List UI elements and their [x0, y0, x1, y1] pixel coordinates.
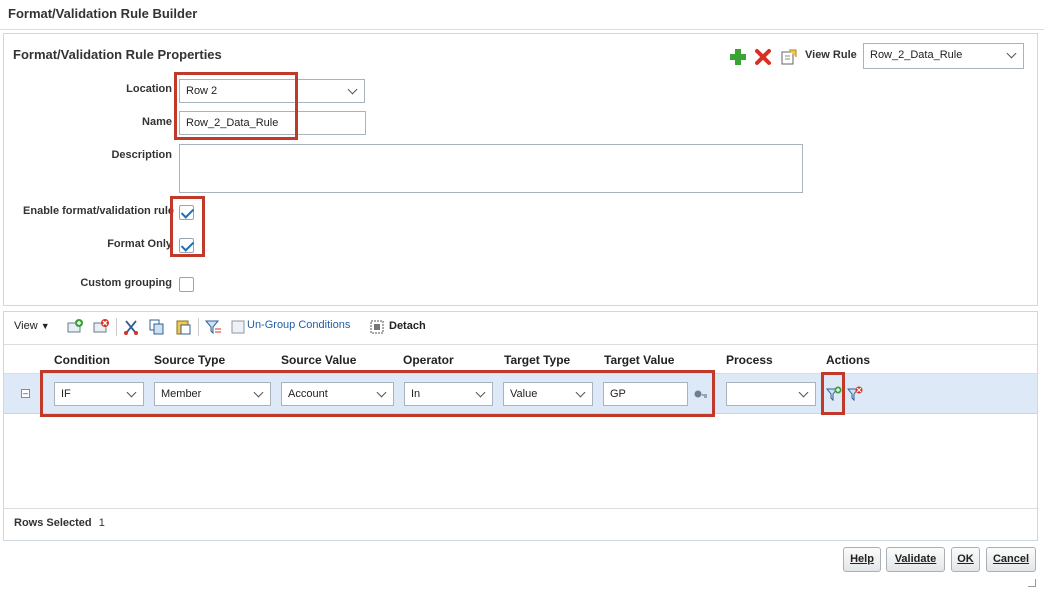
conditions-panel: View ▼ Un-Group Conditions Detach Condit… — [3, 311, 1038, 541]
properties-panel: Format/Validation Rule Properties View R… — [3, 33, 1038, 306]
validate-button[interactable]: Validate — [886, 547, 945, 572]
col-process: Process — [726, 353, 773, 367]
source-type-select[interactable]: Member — [154, 382, 271, 406]
name-input[interactable] — [179, 111, 366, 135]
member-selector-icon[interactable] — [692, 387, 708, 401]
collapse-toggle-icon[interactable]: – — [21, 389, 30, 398]
delete-rule-icon[interactable] — [754, 48, 772, 66]
format-only-label: Format Only — [107, 238, 172, 250]
col-source-type: Source Type — [154, 353, 226, 367]
location-select[interactable]: Row 2 — [179, 79, 365, 103]
name-label: Name — [142, 116, 172, 128]
ungroup-conditions-link[interactable]: Un-Group Conditions — [247, 319, 350, 331]
description-textarea[interactable] — [179, 144, 803, 193]
grid-header: Condition Source Type Source Value Opera… — [4, 344, 1037, 374]
custom-grouping-label: Custom grouping — [80, 277, 172, 289]
group-conditions-icon[interactable] — [204, 318, 222, 336]
cancel-button[interactable]: Cancel — [986, 547, 1036, 572]
col-operator: Operator — [403, 353, 454, 367]
target-value-input[interactable] — [603, 382, 688, 406]
operator-select[interactable]: In — [404, 382, 493, 406]
add-condition-row-icon[interactable] — [826, 385, 842, 403]
view-menu[interactable]: View ▼ — [14, 320, 50, 332]
view-rule-label: View Rule — [805, 49, 857, 61]
condition-select[interactable]: IF — [54, 382, 144, 406]
col-actions: Actions — [826, 353, 871, 367]
rows-selected-label: Rows Selected — [14, 517, 92, 529]
ungroup-conditions-icon — [231, 320, 245, 334]
enable-rule-label: Enable format/validation rule — [23, 205, 174, 217]
view-menu-label: View — [14, 320, 38, 332]
toolbar-divider — [198, 318, 199, 336]
col-condition: Condition — [54, 353, 110, 367]
location-label: Location — [126, 83, 172, 95]
view-rule-select[interactable]: Row_2_Data_Rule — [863, 43, 1024, 69]
add-condition-icon[interactable] — [66, 318, 84, 336]
properties-title: Format/Validation Rule Properties — [13, 47, 222, 62]
enable-rule-checkbox[interactable] — [179, 205, 194, 220]
resize-grip-icon[interactable] — [1028, 579, 1036, 587]
col-source-value: Source Value — [281, 353, 357, 367]
cut-condition-icon[interactable] — [122, 318, 140, 336]
caret-down-icon: ▼ — [40, 321, 50, 331]
target-type-select[interactable]: Value — [503, 382, 593, 406]
detach-button[interactable]: Detach — [389, 320, 426, 332]
detach-icon — [370, 320, 384, 334]
source-value-select[interactable]: Account — [281, 382, 394, 406]
help-button[interactable]: Help — [843, 547, 881, 572]
edit-rule-icon[interactable] — [780, 48, 798, 66]
rows-selected-count: 1 — [98, 517, 105, 529]
grid-footer: Rows Selected 1 — [4, 508, 1037, 541]
copy-condition-icon[interactable] — [148, 318, 166, 336]
add-rule-icon[interactable] — [729, 48, 747, 66]
delete-condition-row-icon[interactable] — [847, 385, 863, 403]
col-target-type: Target Type — [504, 353, 571, 367]
dialog-title: Format/Validation Rule Builder — [0, 0, 1044, 30]
description-label: Description — [111, 149, 172, 161]
toolbar-divider — [116, 318, 117, 336]
process-select[interactable] — [726, 382, 816, 406]
custom-grouping-checkbox[interactable] — [179, 277, 194, 292]
col-target-value: Target Value — [604, 353, 675, 367]
format-only-checkbox[interactable] — [179, 238, 194, 253]
delete-condition-icon[interactable] — [92, 318, 110, 336]
paste-condition-icon[interactable] — [174, 318, 192, 336]
ok-button[interactable]: OK — [951, 547, 980, 572]
table-row[interactable]: – IF Member Account In Value — [4, 374, 1037, 414]
